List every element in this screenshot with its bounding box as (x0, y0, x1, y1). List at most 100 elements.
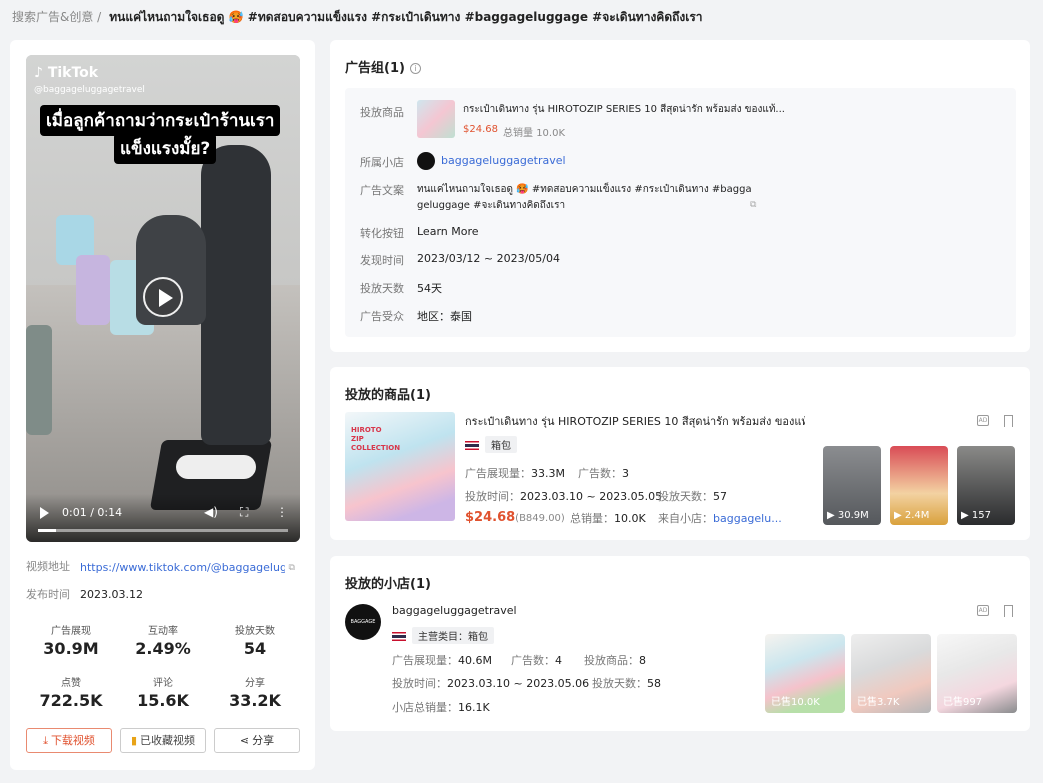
shop-product-thumb-2[interactable]: 已售3.7K (851, 634, 931, 713)
cta-label: 转化按钮 (360, 227, 404, 240)
publish-date-value: 2023.03.12 (80, 588, 143, 601)
stat-value: 722.5K (39, 691, 103, 710)
breadcrumb-current-suffix: #จะเดินทางคิดถึงเรา (587, 10, 703, 24)
product-name[interactable]: กระเป๋าเดินทาง รุ่น HIROTOZIP SERIES 10 … (463, 102, 785, 117)
from-shop-link[interactable]: baggagelu... (713, 512, 782, 525)
shop-name[interactable]: baggageluggagetravel (392, 604, 517, 617)
video-count-value: 157 (971, 510, 991, 521)
bookmark-icon: ▮ (130, 734, 138, 747)
product-price: $24.68 (463, 124, 498, 135)
stat-label: 点赞 (61, 678, 81, 689)
fullscreen-icon[interactable]: ⛶ (240, 505, 248, 520)
stat-impressions: 广告展现 30.9M (26, 622, 116, 658)
video-count: ▶ 2.4M (894, 510, 930, 521)
product-sales: 总销量 10.0K (503, 124, 565, 139)
play-small-icon[interactable] (40, 507, 49, 519)
product-category: 箱包 (465, 436, 517, 453)
more-icon[interactable]: ⋮ (276, 505, 288, 519)
ads-value: 3 (622, 467, 629, 480)
product-video-thumb-3[interactable]: ▶ 157 (957, 446, 1015, 525)
video-caption-line2: แข็งแรงมั้ย? (114, 133, 217, 164)
period-label: 投放时间： (392, 677, 447, 690)
video-url-link[interactable]: https://www.tiktok.com/@baggageluggagetr… (80, 561, 285, 574)
publish-date-label: 发布时间 (26, 588, 70, 601)
video-time: 0:01 / 0:14 (62, 506, 123, 519)
tiktok-note-icon: ♪ (34, 65, 43, 81)
shop-goods: 投放商品：8 (584, 652, 646, 668)
person-figure (201, 145, 271, 445)
thailand-flag-icon (392, 632, 406, 641)
ad-badge-icon[interactable]: AD (977, 415, 989, 426)
breadcrumb-current-highlight: #baggageluggage (464, 10, 588, 24)
days-value: 58 (647, 677, 661, 690)
breadcrumb-root[interactable]: 搜索广告&创意 / (12, 10, 101, 24)
play-icon[interactable] (143, 277, 183, 317)
share-label: 分享 (252, 734, 275, 747)
period-value: 2023.03.10 ~ 2023.05.05 (520, 490, 663, 503)
product-sales-label: 总销量 (503, 128, 533, 139)
product-impressions: 广告展现量：33.3M (465, 465, 565, 481)
ads-label: 广告数： (511, 654, 555, 667)
info-icon[interactable]: i (409, 63, 421, 74)
product-sales: 总销量：10.0K (570, 510, 646, 526)
bookmark-outline-icon[interactable] (1004, 415, 1013, 427)
product-video-thumb-1[interactable]: ▶ 30.9M (823, 446, 881, 525)
goods-label: 投放商品： (584, 654, 639, 667)
product-video-thumb-2[interactable]: ▶ 2.4M (890, 446, 948, 525)
share-icon: ⋖ (239, 734, 250, 747)
ads-label: 广告数： (578, 467, 622, 480)
luggage-purple (76, 255, 110, 325)
shop-ads: 广告数：4 (511, 652, 562, 668)
stat-value: 54 (243, 639, 267, 658)
product-title-link[interactable]: กระเป๋าเดินทาง รุ่น HIROTOZIP SERIES 10 … (465, 412, 805, 430)
ads-value: 4 (555, 654, 562, 667)
product-image-title: HIROTO ZIP COLLECTION (351, 426, 401, 452)
luggage-grey (26, 325, 52, 435)
stat-days: 投放天数 54 (210, 622, 300, 658)
product-thumbnail[interactable] (417, 100, 455, 138)
product-image[interactable]: HIROTO ZIP COLLECTION (345, 412, 455, 521)
shop-main-category: 主营类目：箱包 (392, 627, 494, 644)
copy-icon[interactable]: ⧉ (750, 200, 756, 210)
stat-value: 30.9M (43, 639, 99, 658)
video-progress-fill (38, 529, 56, 532)
shop-logo[interactable]: BAGGAGE LUGGAGE (345, 604, 381, 640)
tiktok-brand: TikTok (47, 65, 99, 81)
download-video-button[interactable]: ⤓ 下载视频 (26, 728, 112, 753)
shop-sales: 小店总销量：16.1K (392, 699, 490, 715)
main-category-label: 主营类目： (418, 632, 468, 643)
ad-group-title-text: 广告组(1) (345, 61, 405, 76)
period-value: 2023.03.10 ~ 2023.05.06 (447, 677, 590, 690)
stat-value: 15.6K (137, 691, 189, 710)
shop-product-thumb-1[interactable]: 已售10.0K (765, 634, 845, 713)
shop-impressions: 广告展现量：40.6M (392, 652, 492, 668)
product-sales-value: 10.0K (536, 128, 566, 139)
copy-icon[interactable]: ⧉ (289, 563, 295, 573)
ad-badge-icon[interactable]: AD (977, 605, 989, 616)
video-count: ▶ 157 (961, 510, 991, 521)
volume-icon[interactable]: ◀) (204, 505, 218, 519)
breadcrumb: 搜索广告&创意 / ทนแค่ไหนถามใจเธอดู 🥵 #ทดสอบความ… (12, 8, 703, 26)
video-count-value: 2.4M (904, 510, 930, 521)
share-button[interactable]: ⋖ 分享 (214, 728, 300, 753)
stat-label: 广告展现 (51, 626, 91, 637)
main-category-tag: 主营类目：箱包 (412, 627, 494, 644)
video-progress-bar[interactable] (38, 529, 288, 532)
download-label: 下载视频 (50, 734, 95, 747)
shop-label: 所属小店 (360, 156, 404, 169)
bookmark-outline-icon[interactable] (1004, 605, 1013, 617)
video-caption-line1: เมื่อลูกค้าถามว่ากระเป๋าร้านเรา (40, 105, 281, 136)
impressions-value: 33.3M (531, 467, 565, 480)
breadcrumb-current-prefix: ทนแค่ไหนถามใจเธอดู 🥵 #ทดสอบความแข็งแรง #… (109, 10, 465, 24)
sneakers (176, 455, 256, 479)
cta-value: Learn More (417, 225, 479, 238)
video-player[interactable]: ♪ TikTok @baggageluggagetravel เมื่อลูกค… (26, 55, 300, 542)
shop-product-thumb-3[interactable]: 已售997 (937, 634, 1017, 713)
sold-count: 已售997 (943, 697, 983, 708)
days-value: 54天 (417, 282, 442, 295)
found-value: 2023/03/12 ~ 2023/05/04 (417, 252, 561, 265)
favorited-button[interactable]: ▮ 已收藏视频 (120, 728, 206, 753)
shop-name-link[interactable]: baggageluggagetravel (441, 154, 566, 167)
download-icon: ⤓ (43, 734, 48, 747)
product-original-price: (B849.00) (515, 513, 565, 524)
